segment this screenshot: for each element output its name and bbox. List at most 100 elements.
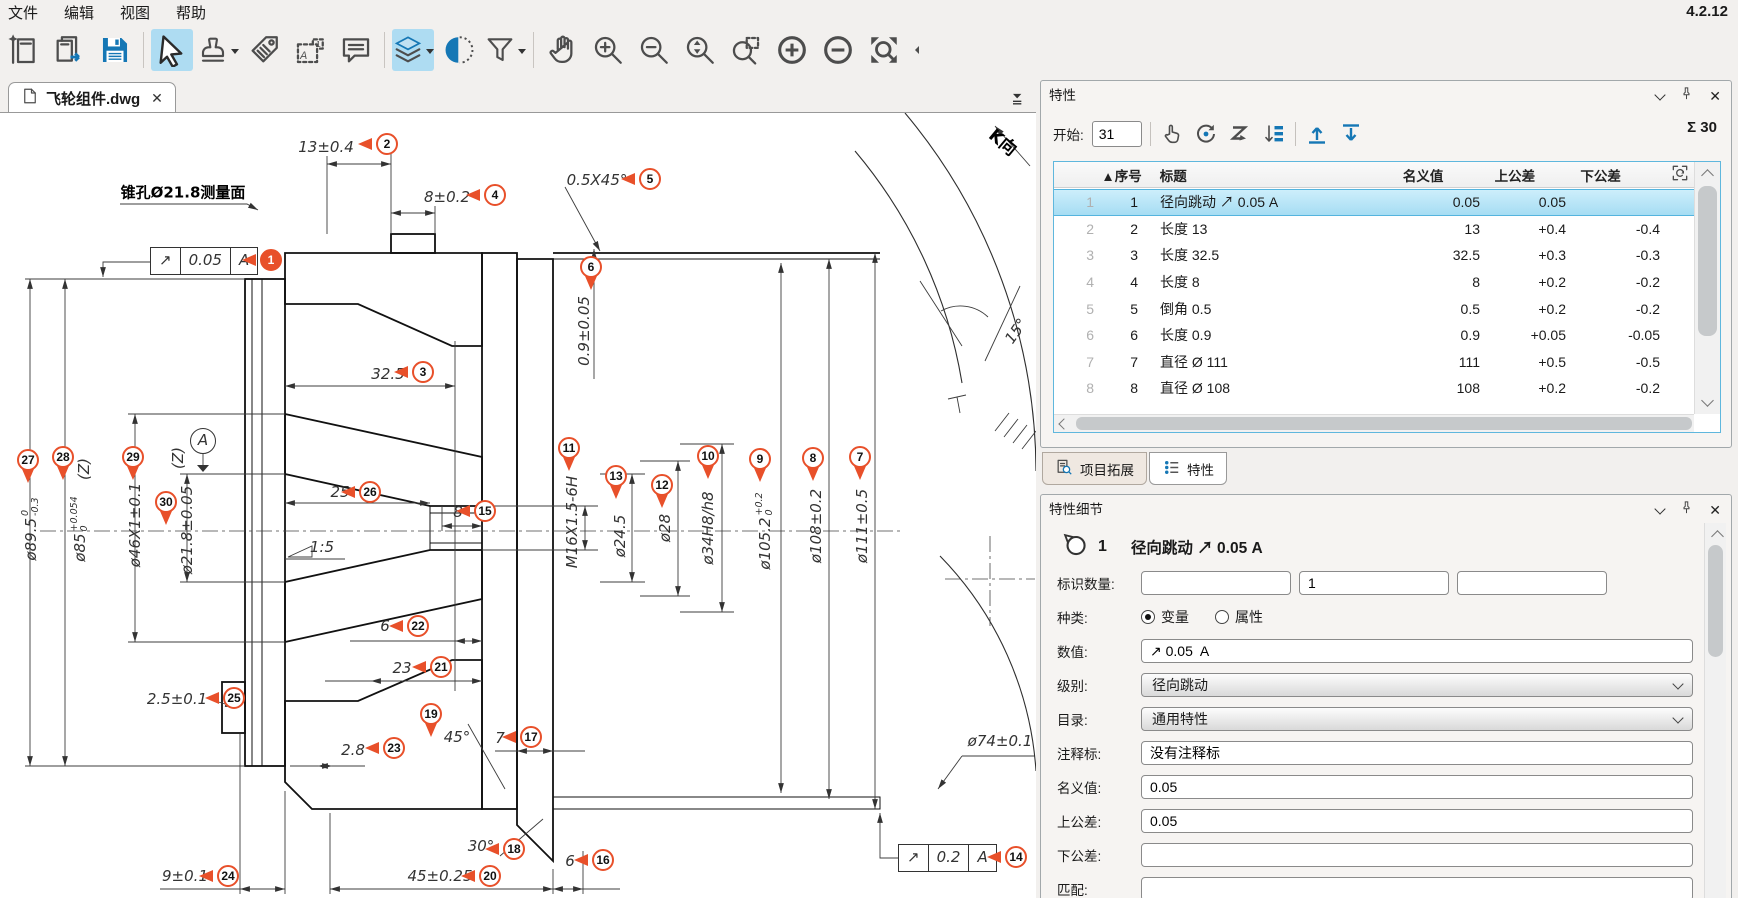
input-名义值:[interactable] [1141, 775, 1693, 799]
menu-item-视图[interactable]: 视图 [120, 2, 150, 23]
table-row[interactable]: 33长度 32.532.5+0.3-0.3 [1054, 242, 1694, 269]
zoom-out-button[interactable] [633, 29, 675, 71]
balloon-14[interactable]: 14 [1005, 846, 1027, 868]
import-down-button[interactable] [1338, 121, 1364, 147]
chevron-down-icon[interactable] [1655, 89, 1666, 100]
zoom-in-button[interactable] [587, 29, 629, 71]
balloon-12[interactable]: 12 [651, 474, 673, 496]
refresh-selection-icon[interactable] [1670, 163, 1694, 186]
balloon-6[interactable]: 6 [580, 256, 602, 278]
dropdown-arrow-icon[interactable] [518, 49, 526, 58]
input-数值:[interactable] [1141, 639, 1693, 663]
tab-特性[interactable]: 特性 [1149, 452, 1227, 485]
balloon-20[interactable]: 20 [479, 865, 501, 887]
balloon-21[interactable]: 21 [430, 656, 452, 678]
balloon-22[interactable]: 22 [407, 615, 429, 637]
details-vertical-scrollbar[interactable] [1704, 523, 1726, 898]
balloon-23[interactable]: 23 [383, 737, 405, 759]
balloon-4[interactable]: 4 [484, 184, 506, 206]
menu-item-编辑[interactable]: 编辑 [64, 2, 94, 23]
hand-pointer-button[interactable] [1159, 121, 1185, 147]
balloon-17[interactable]: 17 [520, 726, 542, 748]
scroll-up-icon[interactable] [1701, 169, 1714, 182]
tab-项目拓展[interactable]: 项目拓展 [1042, 452, 1147, 485]
comment-button[interactable] [335, 29, 377, 71]
increase-button[interactable] [771, 29, 813, 71]
column-header-上公差[interactable]: 上公差 [1485, 165, 1571, 185]
balloon-5[interactable]: 5 [639, 168, 661, 190]
balloon-10[interactable]: 10 [697, 445, 719, 467]
balloon-1[interactable]: 1 [260, 249, 282, 271]
balloon-26[interactable]: 26 [359, 481, 381, 503]
balloon-8[interactable]: 8 [802, 447, 824, 469]
balloon-24[interactable]: 24 [217, 865, 239, 887]
balloon-30[interactable]: 30 [155, 491, 177, 513]
stamp-button[interactable] [197, 29, 239, 71]
table-row[interactable]: 66长度 0.90.9+0.05-0.05 [1054, 322, 1694, 349]
zoom-extents-button[interactable] [679, 29, 721, 71]
close-icon[interactable]: ✕ [1709, 503, 1721, 517]
layers-button[interactable] [392, 29, 434, 71]
balloon-19[interactable]: 19 [420, 703, 442, 725]
chevron-down-icon[interactable] [1655, 503, 1666, 514]
pan-hand-button[interactable] [541, 29, 583, 71]
table-row[interactable]: 88直径 Ø 108108+0.2-0.2 [1054, 375, 1694, 402]
table-row[interactable]: 44长度 88+0.2-0.2 [1054, 269, 1694, 296]
balloon-11[interactable]: 11 [558, 437, 580, 459]
scroll-left-icon[interactable] [1058, 418, 1069, 429]
pin-icon[interactable] [1679, 86, 1694, 106]
start-input[interactable] [1092, 121, 1142, 147]
scrollbar-thumb[interactable] [1698, 186, 1717, 336]
scroll-down-icon[interactable] [1701, 394, 1714, 407]
select-cursor-button[interactable] [151, 29, 193, 71]
table-vertical-scrollbar[interactable] [1694, 162, 1720, 414]
column-header-下公差[interactable]: 下公差 [1570, 165, 1664, 185]
scrollbar-thumb[interactable] [1708, 545, 1723, 657]
balloon-13[interactable]: 13 [605, 465, 627, 487]
select-级别:[interactable]: 径向跳动 [1141, 673, 1693, 697]
id-count-input[interactable] [1141, 571, 1291, 595]
pin-icon[interactable] [1679, 500, 1694, 520]
new-document-button[interactable] [2, 29, 44, 71]
sort-list-button[interactable] [1261, 121, 1287, 147]
table-row[interactable]: 55倒角 0.50.5+0.2-0.2 [1054, 295, 1694, 322]
collapse-left-button[interactable] [909, 29, 925, 71]
radio-变量[interactable]: 变量 [1141, 607, 1189, 627]
save-button[interactable] [94, 29, 136, 71]
input-注释标:[interactable] [1141, 741, 1693, 765]
menu-item-帮助[interactable]: 帮助 [176, 2, 206, 23]
z-order-button[interactable] [1227, 121, 1253, 147]
table-row[interactable]: 11径向跳动 ↗ 0.05 A0.050.05 [1054, 189, 1694, 216]
balloon-18[interactable]: 18 [503, 838, 525, 860]
balloon-9[interactable]: 9 [749, 448, 771, 470]
close-icon[interactable]: ✕ [1709, 89, 1721, 103]
open-document-button[interactable] [48, 29, 90, 71]
tag-button[interactable] [243, 29, 285, 71]
zoom-window-button[interactable] [725, 29, 767, 71]
rotate-button[interactable] [1193, 121, 1219, 147]
column-header-序号[interactable]: ▲序号 [1054, 165, 1142, 185]
balloon-15[interactable]: 15 [474, 500, 496, 522]
balloon-16[interactable]: 16 [592, 849, 614, 871]
menu-item-文件[interactable]: 文件 [8, 2, 38, 23]
drawing-canvas[interactable]: .ol{stroke:#111;stroke-width:1.8;fill:no… [0, 112, 1036, 898]
balloon-3[interactable]: 3 [412, 361, 434, 383]
filter-button[interactable] [484, 29, 526, 71]
zoom-fit-button[interactable] [863, 29, 905, 71]
table-header[interactable]: ▲序号标题名义值上公差下公差 [1054, 162, 1694, 188]
export-up-button[interactable] [1304, 121, 1330, 147]
section-view-button[interactable] [438, 29, 480, 71]
table-row[interactable]: 22长度 1313+0.4-0.4 [1054, 216, 1694, 243]
table-horizontal-scrollbar[interactable] [1054, 414, 1694, 432]
balloon-29[interactable]: 29 [122, 446, 144, 468]
balloon-27[interactable]: 27 [17, 449, 39, 471]
feature-control-frame[interactable]: ↗0.2A [898, 844, 997, 872]
balloon-2[interactable]: 2 [376, 133, 398, 155]
scroll-up-icon[interactable] [1711, 530, 1724, 543]
scrollbar-thumb[interactable] [1076, 417, 1692, 430]
document-tab[interactable]: 飞轮组件.dwg ✕ [8, 82, 176, 113]
column-header-名义值[interactable]: 名义值 [1393, 165, 1485, 185]
decrease-button[interactable] [817, 29, 859, 71]
select-目录:[interactable]: 通用特性 [1141, 707, 1693, 731]
table-row[interactable]: 77直径 Ø 111111+0.5-0.5 [1054, 349, 1694, 376]
